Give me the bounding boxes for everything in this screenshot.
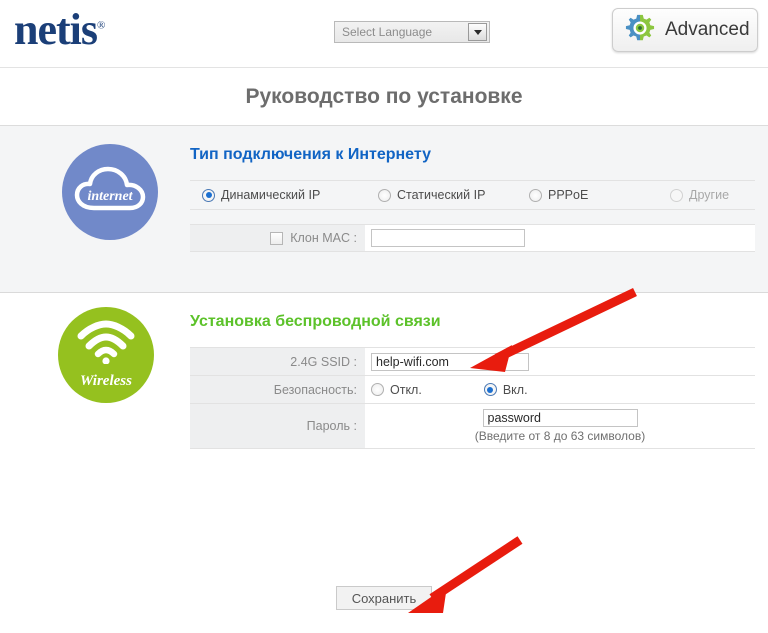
radio-other[interactable]: Другие — [670, 188, 729, 202]
password-label: Пароль : — [190, 404, 365, 448]
mac-clone-label-cell: Клон MAC : — [190, 225, 365, 251]
password-input[interactable]: password — [482, 409, 638, 427]
security-label: Безопасность: — [190, 376, 365, 403]
language-select[interactable]: Select Language — [334, 21, 490, 43]
page-title: Руководство по установке — [245, 84, 523, 108]
wireless-badge: Wireless — [58, 307, 154, 403]
security-radio-group: Откл. Вкл. — [371, 383, 590, 397]
radio-dynamic-ip[interactable]: Динамический IP — [202, 188, 372, 202]
wireless-heading: Установка беспроводной связи — [190, 313, 441, 330]
radio-security-off[interactable]: Откл. — [371, 383, 422, 397]
caret-shape — [473, 29, 482, 35]
mac-clone-checkbox[interactable] — [270, 231, 284, 245]
mac-clone-input[interactable] — [371, 229, 525, 247]
gear-icon — [625, 13, 655, 48]
app-header: netis® Select Language Advanced — [0, 0, 768, 68]
security-value-cell: Откл. Вкл. — [365, 376, 755, 403]
advanced-button[interactable]: Advanced — [612, 8, 758, 52]
connection-type-group: Динамический IP Статический IP PPPoE Дру… — [190, 180, 755, 210]
radio-security-on-label: Вкл. — [502, 382, 528, 397]
radio-dynamic-ip-indicator[interactable] — [202, 188, 215, 202]
radio-dynamic-ip-label: Динамический IP — [221, 188, 321, 202]
radio-pppoe-indicator[interactable] — [529, 188, 542, 202]
radio-static-ip-label: Статический IP — [397, 188, 486, 202]
internet-badge-label: internet — [87, 189, 133, 204]
page-title-bar: Руководство по установке — [0, 68, 768, 126]
wireless-badge-label: Wireless — [80, 373, 132, 389]
advanced-button-label: Advanced — [665, 19, 750, 40]
ssid-label: 2.4G SSID : — [190, 348, 365, 375]
mac-clone-label: Клон MAC : — [290, 231, 357, 245]
radio-security-off-indicator[interactable] — [371, 383, 384, 396]
netis-logo: netis® — [14, 5, 105, 54]
wireless-body: Установка беспроводной связи 2.4G SSID :… — [190, 313, 755, 449]
password-value-cell: password (Введите от 8 до 63 символов) — [365, 404, 755, 448]
radio-security-on-indicator[interactable] — [483, 383, 497, 396]
radio-security-off-label: Откл. — [390, 382, 422, 397]
save-button[interactable]: Сохранить — [336, 586, 432, 610]
radio-static-ip-indicator[interactable] — [378, 188, 391, 202]
internet-body: Тип подключения к Интернету Динамический… — [190, 146, 755, 252]
radio-pppoe[interactable]: PPPoE — [529, 188, 664, 202]
ssid-row: 2.4G SSID : help-wifi.com — [190, 347, 755, 375]
password-row: Пароль : password (Введите от 8 до 63 си… — [190, 403, 755, 449]
security-row: Безопасность: Откл. Вкл. — [190, 375, 755, 403]
mac-clone-row: Клон MAC : — [190, 224, 755, 252]
language-select-value: Select Language — [342, 25, 433, 39]
netis-logo-text: netis — [14, 5, 98, 54]
chevron-down-icon[interactable] — [468, 23, 487, 41]
registered-mark: ® — [97, 19, 105, 32]
radio-pppoe-label: PPPoE — [548, 188, 589, 202]
mac-clone-value-cell — [365, 225, 755, 251]
radio-security-on[interactable]: Вкл. — [483, 382, 528, 397]
internet-section: internet Тип подключения к Интернету Дин… — [0, 126, 768, 293]
ssid-input[interactable]: help-wifi.com — [371, 352, 529, 371]
internet-heading: Тип подключения к Интернету — [190, 146, 431, 163]
ssid-value-cell: help-wifi.com — [365, 348, 755, 375]
wireless-section: Wireless Установка беспроводной связи 2.… — [0, 293, 768, 473]
radio-other-indicator[interactable] — [670, 188, 683, 202]
wifi-icon — [75, 320, 137, 369]
footer: Сохранить — [0, 563, 768, 633]
internet-badge: internet — [62, 144, 158, 240]
radio-other-label: Другие — [689, 188, 730, 202]
password-hint: (Введите от 8 до 63 символов) — [474, 429, 646, 443]
radio-static-ip[interactable]: Статический IP — [378, 188, 523, 202]
